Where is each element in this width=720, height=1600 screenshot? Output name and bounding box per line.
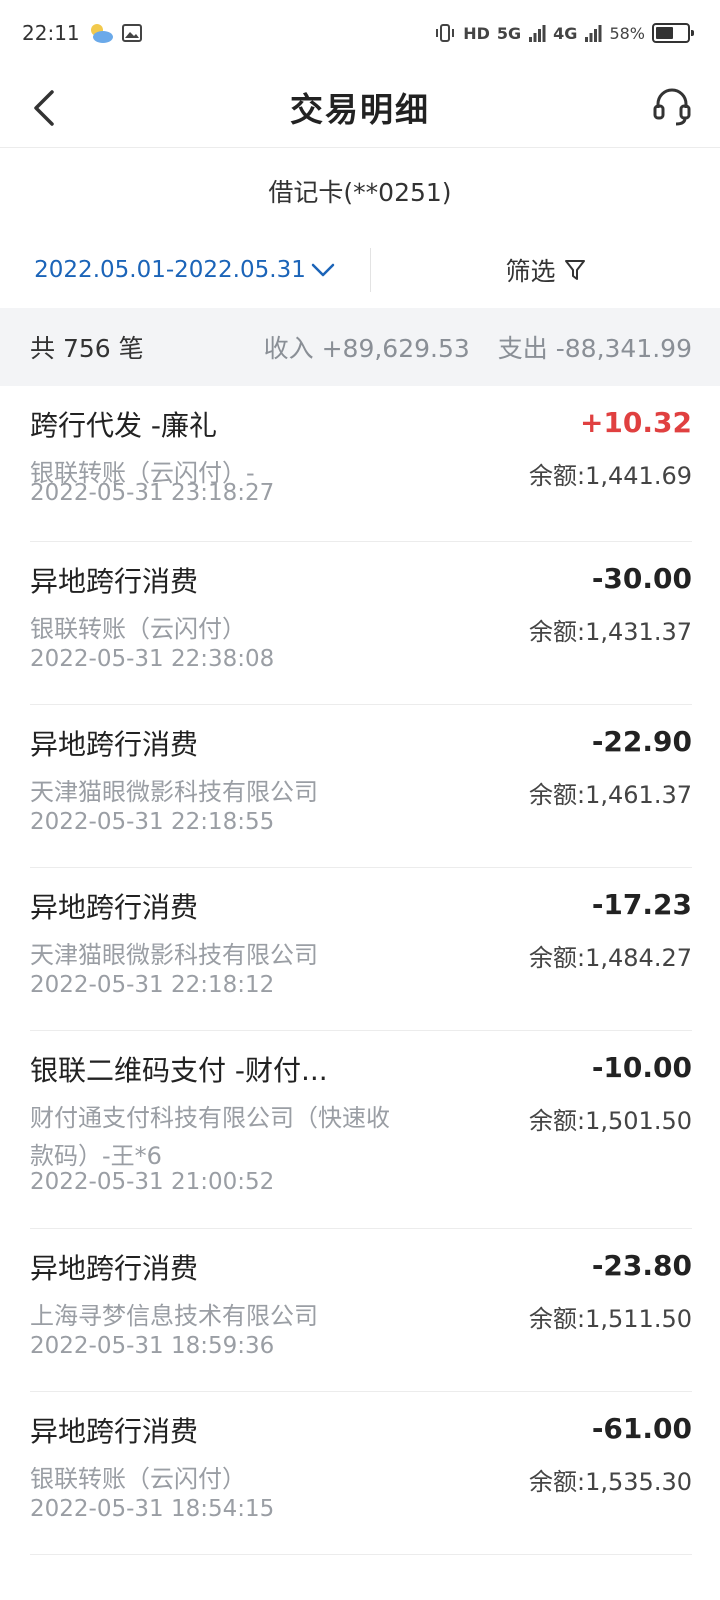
tx-balance: 余额:1,501.50 bbox=[529, 1107, 692, 1135]
page-title: 交易明细 bbox=[290, 89, 430, 129]
card-label[interactable]: 借记卡(**0251) bbox=[0, 150, 720, 232]
battery-fill bbox=[656, 27, 674, 39]
tx-time: 2022-05-31 21:00:52 bbox=[30, 1169, 275, 1195]
tx-amount: -61.00 bbox=[591, 1412, 692, 1445]
nav-bar: 交易明细 bbox=[0, 66, 720, 148]
tx-amount: -10.00 bbox=[591, 1051, 692, 1084]
income-total: 收入 +89,629.53 bbox=[263, 334, 470, 363]
date-range-selector[interactable]: 2022.05.01-2022.05.31 bbox=[0, 232, 370, 308]
tx-balance: 余额:1,441.69 bbox=[529, 462, 692, 490]
status-left: 22:11 bbox=[22, 21, 142, 45]
summary-totals: 收入 +89,629.53 支出 -88,341.99 bbox=[264, 329, 692, 365]
status-time: 22:11 bbox=[22, 21, 80, 45]
tx-merchant: 上海寻梦信息技术有限公司 bbox=[30, 1302, 318, 1330]
list-item[interactable]: 异地跨行消费 天津猫眼微影科技有限公司 2022-05-31 22:18:12 … bbox=[30, 868, 692, 1031]
tx-balance: 余额:1,511.50 bbox=[529, 1305, 692, 1333]
chevron-left-icon[interactable] bbox=[26, 86, 66, 130]
network-label: 5G bbox=[496, 23, 522, 43]
signal-icon bbox=[585, 25, 602, 42]
tx-time: 2022-05-31 22:18:55 bbox=[30, 809, 275, 835]
expense-total: 支出 -88,341.99 bbox=[497, 334, 692, 363]
tx-balance: 余额:1,431.37 bbox=[529, 618, 692, 646]
tx-merchant: 财付通支付科技有限公司（快速收款码）-王*6 bbox=[30, 1104, 390, 1170]
tx-amount: -22.90 bbox=[591, 725, 692, 758]
filter-button[interactable]: 筛选 bbox=[371, 232, 720, 308]
transaction-count: 共 756 笔 bbox=[30, 334, 144, 363]
image-icon bbox=[121, 24, 142, 42]
tx-balance: 余额:1,461.37 bbox=[529, 781, 692, 809]
tx-title: 异地跨行消费 bbox=[30, 728, 199, 761]
status-right: HD 5G 4G 58% bbox=[434, 22, 694, 44]
tx-time: 2022-05-31 22:38:08 bbox=[30, 646, 275, 672]
tx-title: 银联二维码支付 -财付... bbox=[30, 1054, 328, 1087]
hd-label: HD bbox=[463, 23, 490, 43]
tx-balance: 余额:1,535.30 bbox=[529, 1468, 692, 1496]
tx-merchant: 银联转账（云闪付） bbox=[30, 1465, 246, 1493]
filter-icon bbox=[564, 260, 585, 280]
tx-merchant: 银联转账（云闪付） bbox=[30, 615, 246, 643]
tx-title: 跨行代发 -廉礼 bbox=[30, 409, 218, 442]
headset-icon[interactable] bbox=[650, 84, 694, 128]
tx-amount: +10.32 bbox=[579, 406, 692, 439]
tx-time: 2022-05-31 18:54:15 bbox=[30, 1496, 275, 1522]
tx-balance: 余额:1,484.27 bbox=[529, 944, 692, 972]
list-item[interactable]: 银联二维码支付 -财付... 财付通支付科技有限公司（快速收款码）-王*6 20… bbox=[30, 1031, 692, 1229]
battery-icon bbox=[652, 23, 694, 43]
tx-title: 异地跨行消费 bbox=[30, 1415, 199, 1448]
date-range-text: 2022.05.01-2022.05.31 bbox=[34, 257, 306, 283]
list-item[interactable]: 跨行代发 -廉礼 银联转账（云闪付）- 2022-05-31 23:18:27 … bbox=[30, 386, 692, 542]
list-item[interactable]: 异地跨行消费 银联转账（云闪付） 2022-05-31 22:38:08 -30… bbox=[30, 542, 692, 705]
tx-time: 2022-05-31 23:18:27 bbox=[30, 480, 275, 506]
tx-amount: -30.00 bbox=[591, 562, 692, 595]
tx-title: 异地跨行消费 bbox=[30, 891, 199, 924]
tx-amount: -17.23 bbox=[591, 888, 692, 921]
signal-icon bbox=[529, 25, 546, 42]
filter-bar: 2022.05.01-2022.05.31 筛选 bbox=[0, 232, 720, 308]
status-bar: 22:11 HD 5G 4G 58% bbox=[0, 0, 720, 66]
list-item[interactable]: 异地跨行消费 天津猫眼微影科技有限公司 2022-05-31 22:18:55 … bbox=[30, 705, 692, 868]
tx-time: 2022-05-31 18:59:36 bbox=[30, 1333, 275, 1359]
summary-bar: 共 756 笔 收入 +89,629.53 支出 -88,341.99 bbox=[0, 308, 720, 386]
weather-cloud-moon-icon bbox=[90, 24, 113, 43]
filter-label: 筛选 bbox=[505, 257, 556, 286]
vibrate-icon bbox=[436, 24, 455, 42]
network2-label: 4G bbox=[553, 23, 578, 43]
transaction-list: 跨行代发 -廉礼 银联转账（云闪付）- 2022-05-31 23:18:27 … bbox=[0, 386, 720, 1555]
tx-merchant: 天津猫眼微影科技有限公司 bbox=[30, 778, 318, 806]
battery-percent: 58% bbox=[609, 23, 645, 43]
tx-time: 2022-05-31 22:18:12 bbox=[30, 972, 275, 998]
tx-title: 异地跨行消费 bbox=[30, 1252, 199, 1285]
chevron-down-icon bbox=[311, 263, 335, 277]
tx-title: 异地跨行消费 bbox=[30, 565, 199, 598]
tx-merchant: 天津猫眼微影科技有限公司 bbox=[30, 941, 318, 969]
tx-amount: -23.80 bbox=[591, 1249, 692, 1282]
list-item[interactable]: 异地跨行消费 银联转账（云闪付） 2022-05-31 18:54:15 -61… bbox=[30, 1392, 692, 1555]
list-item[interactable]: 异地跨行消费 上海寻梦信息技术有限公司 2022-05-31 18:59:36 … bbox=[30, 1229, 692, 1392]
